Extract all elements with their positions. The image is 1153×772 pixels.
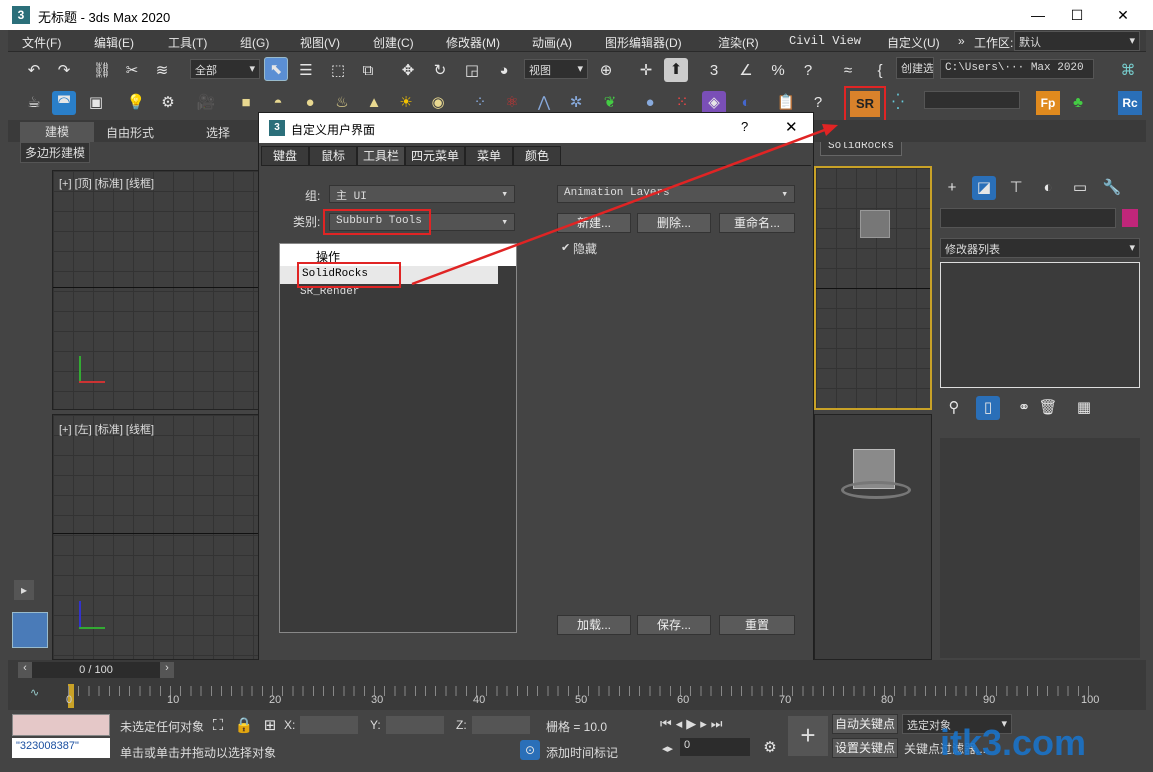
z-label: Z: <box>456 718 467 732</box>
y-coord-field[interactable] <box>386 716 444 734</box>
x-coord-field[interactable] <box>300 716 358 734</box>
tick-label: 80 <box>881 694 894 706</box>
tick-label: 70 <box>779 694 792 706</box>
frame-display[interactable]: 0 / 100 <box>32 662 160 678</box>
tick-label: 50 <box>575 694 588 706</box>
tick-label: 40 <box>473 694 486 706</box>
lock-icon[interactable]: 🔒 <box>232 714 256 738</box>
selection-status: 未选定任何对象 <box>120 720 205 734</box>
x-label: X: <box>284 718 296 732</box>
add-time-tag[interactable]: 添加时间标记 <box>546 744 618 761</box>
set-key-big-button[interactable]: + <box>788 716 828 756</box>
time-slider[interactable]: ‹ 0 / 100 › <box>8 660 1146 682</box>
isolate-icon[interactable]: ⛶ <box>206 714 230 738</box>
curve-editor-icon[interactable]: ∿ <box>30 686 39 699</box>
playback-controls[interactable]: ⏮◂▶▸⏭ <box>660 716 726 732</box>
maxscript-listener[interactable] <box>12 714 110 736</box>
current-frame-field[interactable]: 0 <box>680 738 750 756</box>
tick-label: 20 <box>269 694 282 706</box>
tick-label: 60 <box>677 694 690 706</box>
time-config-icon[interactable]: ⚙ <box>758 736 782 760</box>
tick-label: 30 <box>371 694 384 706</box>
frame-step-icon[interactable]: ◂▸ <box>662 742 673 755</box>
prompt-hint: 单击或单击并拖动以选择对象 <box>120 746 277 760</box>
absolute-mode-icon[interactable]: ⊞ <box>258 714 282 738</box>
grid-size: 栅格 = 10.0 <box>546 720 608 734</box>
next-frame-icon[interactable]: › <box>160 662 174 678</box>
maxscript-output[interactable]: "323008387" <box>12 738 110 758</box>
prev-frame-icon[interactable]: ‹ <box>18 662 32 678</box>
set-key-button[interactable]: 设置关键点 <box>832 738 898 758</box>
z-coord-field[interactable] <box>472 716 530 734</box>
auto-key-button[interactable]: 自动关键点 <box>832 714 898 734</box>
y-label: Y: <box>370 718 381 732</box>
annotation-arrow <box>411 124 838 286</box>
tick-label: 90 <box>983 694 996 706</box>
time-tag-icon[interactable]: ⊙ <box>520 740 540 760</box>
tick-label: 100 <box>1081 694 1100 706</box>
site-watermark: itk3.com <box>940 722 1087 763</box>
tick-label: 0 <box>66 694 73 706</box>
tick-label: 10 <box>167 694 180 706</box>
